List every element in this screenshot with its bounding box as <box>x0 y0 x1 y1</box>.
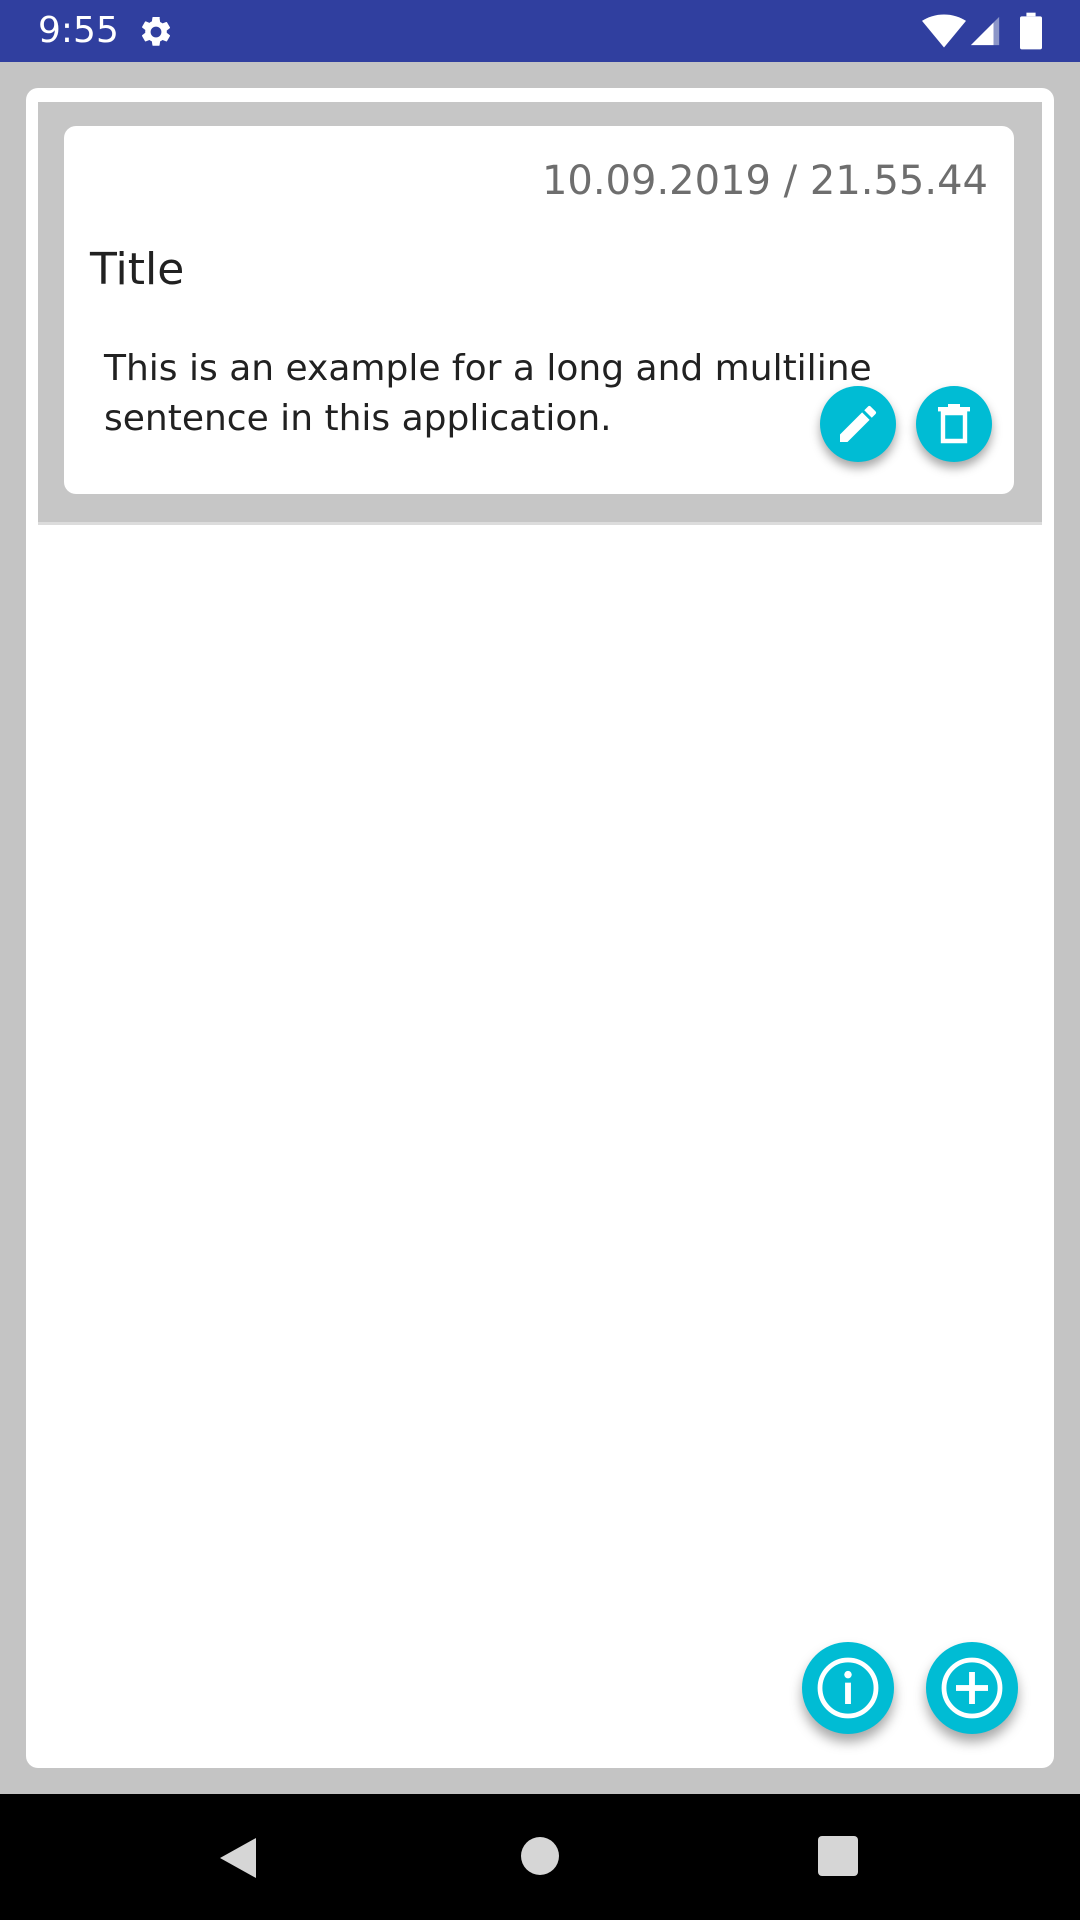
battery-icon <box>1020 12 1042 50</box>
signal-icon <box>970 16 1000 46</box>
status-bar: 9:55 <box>0 0 1080 62</box>
note-card[interactable]: 10.09.2019 / 21.55.44 Title This is an e… <box>64 126 1014 494</box>
navigation-bar <box>0 1794 1080 1920</box>
wifi-icon <box>922 14 966 48</box>
edit-icon <box>840 405 877 442</box>
info-button[interactable] <box>802 1642 894 1734</box>
info-icon <box>817 1657 879 1719</box>
delete-button[interactable] <box>916 386 992 462</box>
add-button[interactable] <box>926 1642 1018 1734</box>
note-title: Title <box>90 244 185 295</box>
note-list: 10.09.2019 / 21.55.44 Title This is an e… <box>38 102 1042 525</box>
status-time: 9:55 <box>38 10 119 51</box>
edit-button[interactable] <box>820 386 896 462</box>
gear-icon <box>141 16 171 46</box>
recents-icon[interactable] <box>818 1836 858 1876</box>
note-date: 10.09.2019 / 21.55.44 <box>541 158 988 204</box>
back-icon[interactable] <box>216 1834 260 1882</box>
note-body: This is an example for a long and multil… <box>104 348 872 439</box>
delete-icon <box>938 404 970 444</box>
main-panel: 10.09.2019 / 21.55.44 Title This is an e… <box>26 88 1054 1768</box>
home-icon[interactable] <box>520 1836 560 1876</box>
add-icon <box>941 1657 1003 1719</box>
